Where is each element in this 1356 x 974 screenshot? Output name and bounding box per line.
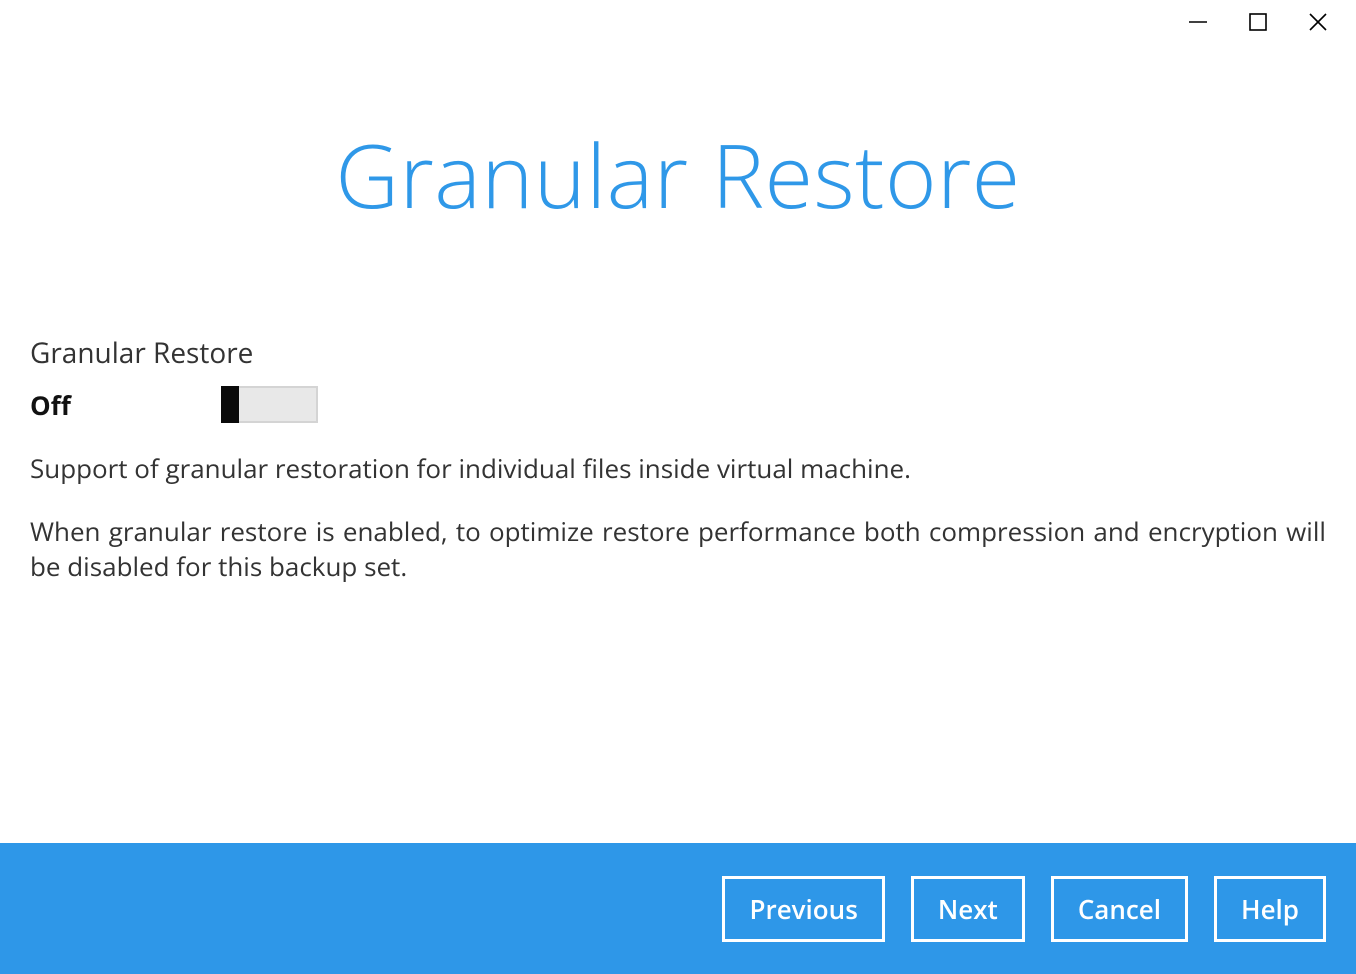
main-content: Granular Restore Granular Restore Off Su… — [0, 44, 1356, 584]
maximize-button[interactable] — [1228, 0, 1288, 44]
description-line-2: When granular restore is enabled, to opt… — [30, 514, 1326, 584]
toggle-knob — [221, 386, 239, 423]
maximize-icon — [1249, 13, 1267, 31]
page-title: Granular Restore — [30, 114, 1326, 234]
toggle-state-label: Off — [30, 387, 71, 423]
previous-button[interactable]: Previous — [722, 876, 884, 942]
description-block: Support of granular restoration for indi… — [30, 451, 1326, 584]
footer-bar: Previous Next Cancel Help — [0, 843, 1356, 974]
section-label: Granular Restore — [30, 334, 1326, 372]
granular-restore-toggle[interactable] — [221, 386, 318, 423]
titlebar — [0, 0, 1356, 44]
help-button[interactable]: Help — [1214, 876, 1326, 942]
cancel-button[interactable]: Cancel — [1051, 876, 1188, 942]
next-button[interactable]: Next — [911, 876, 1025, 942]
toggle-row: Off — [30, 386, 1326, 423]
minimize-button[interactable] — [1168, 0, 1228, 44]
description-line-1: Support of granular restoration for indi… — [30, 451, 1326, 486]
close-button[interactable] — [1288, 0, 1348, 44]
minimize-icon — [1188, 12, 1208, 32]
close-icon — [1308, 12, 1328, 32]
